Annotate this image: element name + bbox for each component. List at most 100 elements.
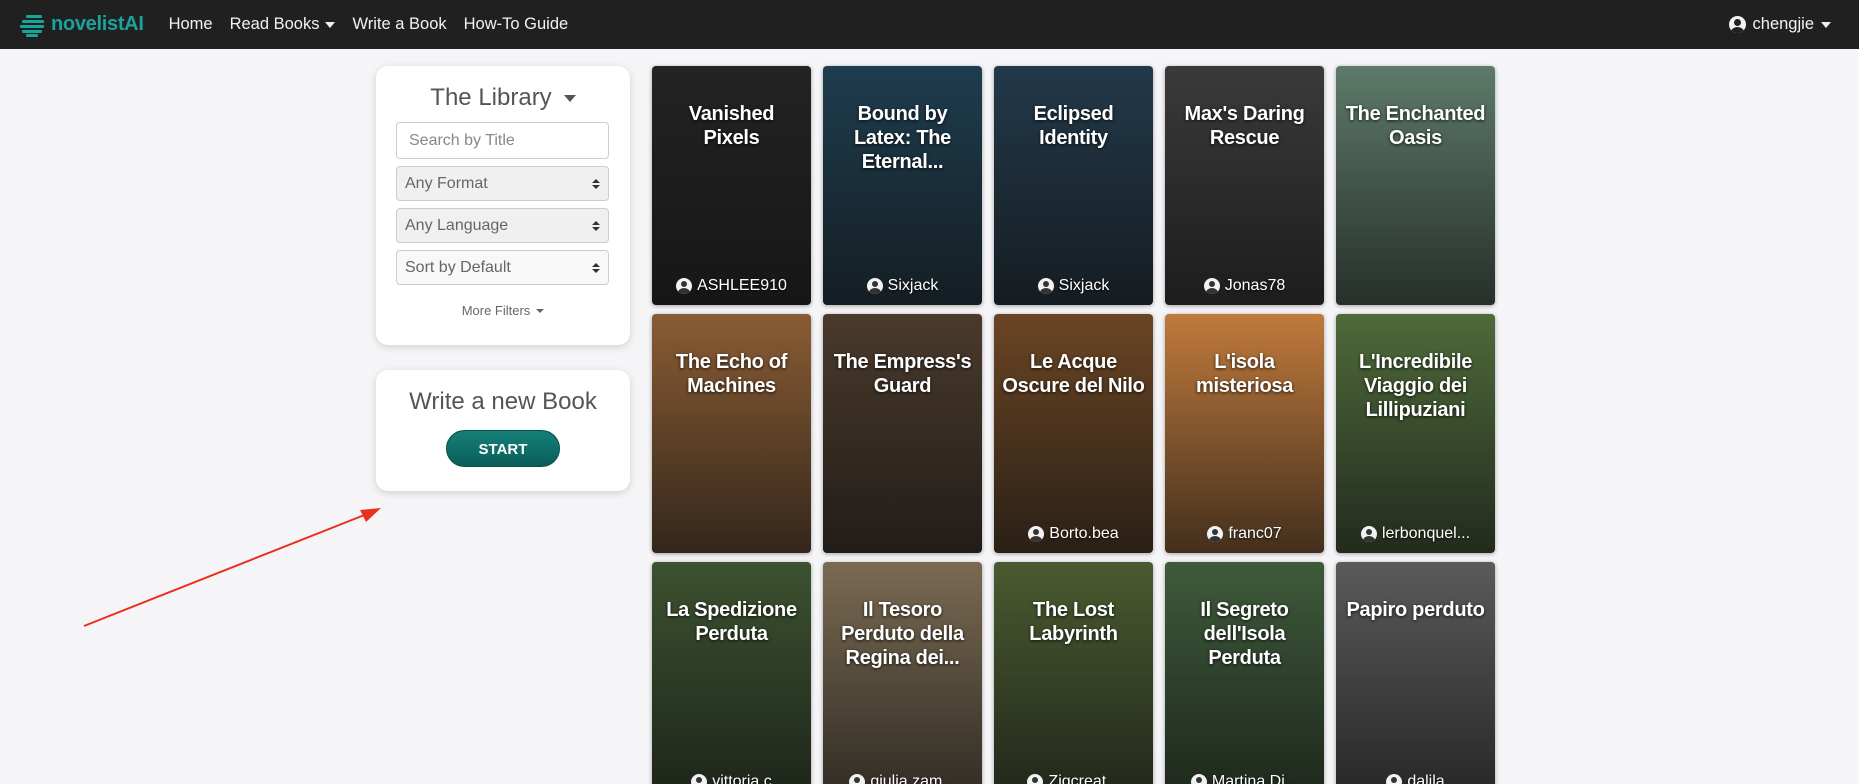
book-title: Papiro perduto (1346, 599, 1485, 621)
select-arrows-icon (592, 262, 600, 273)
book-title: Vanished Pixels (688, 103, 775, 149)
write-book-panel: Write a new Book START (376, 370, 630, 491)
brand-name: novelistAI (51, 13, 144, 35)
book-author-name: ASHLEE910 (697, 277, 787, 294)
language-select[interactable]: Any Language (396, 208, 609, 243)
book-title: Le Acque Oscure del Nilo (1002, 351, 1145, 397)
user-icon (849, 774, 866, 784)
book-author: Borto.bea (994, 525, 1153, 543)
book-card[interactable]: The Empress's Guard (823, 314, 982, 553)
more-filters-toggle[interactable]: More Filters (396, 303, 610, 318)
nav-home-label: Home (168, 15, 213, 33)
nav-write-book-label: Write a Book (352, 15, 447, 33)
book-card[interactable]: Eclipsed Identity Sixjack (994, 66, 1153, 305)
user-icon (1190, 774, 1207, 784)
book-author-name: Borto.bea (1049, 525, 1119, 542)
write-book-title: Write a new Book (409, 388, 597, 415)
book-author: giulia.zam... (823, 773, 982, 784)
book-author: franc07 (1165, 525, 1324, 543)
user-icon (1028, 526, 1045, 542)
user-menu-dropdown[interactable]: chengjie (1728, 0, 1831, 49)
chevron-down-icon (563, 94, 576, 102)
book-title: The Echo of Machines (675, 351, 788, 397)
book-author-name: Ziqcreat... (1048, 773, 1120, 784)
book-title: The Lost Labyrinth (1029, 599, 1118, 645)
user-icon (676, 278, 693, 294)
book-author: dalila (1336, 773, 1495, 784)
book-author: Sixjack (994, 277, 1153, 295)
books-grid: Vanished Pixels ASHLEE910 Bound by Latex: … (652, 66, 1495, 784)
book-card[interactable]: Papiro perduto dalila (1336, 562, 1495, 784)
search-title-input[interactable] (396, 122, 609, 159)
book-card[interactable]: Bound by Latex: The Eternal... Sixjack (823, 66, 982, 305)
book-card[interactable]: Max's Daring Rescue Jonas78 (1165, 66, 1324, 305)
book-author-name: Jonas78 (1224, 277, 1286, 294)
chevron-down-icon (325, 21, 336, 28)
start-button[interactable]: START (446, 430, 560, 467)
book-card[interactable]: Il Tesoro Perduto della Regina dei... giu… (823, 562, 982, 784)
book-title: L'isola misteriosa (1195, 351, 1294, 397)
user-icon (1203, 278, 1220, 294)
book-card[interactable]: L'isola misteriosa franc07 (1165, 314, 1324, 553)
book-author-name: Martina.Di... (1211, 773, 1299, 784)
nav-write-book-link[interactable]: Write a Book (352, 15, 446, 34)
book-author: Ziqcreat... (994, 773, 1153, 784)
book-card[interactable]: L'Incredibile Viaggio dei Lillipuziani le… (1336, 314, 1495, 553)
library-title: The Library (430, 84, 552, 111)
book-author-name: dalila (1407, 773, 1445, 784)
book-title: L'Incredibile Viaggio dei Lillipuziani (1358, 351, 1473, 421)
book-card[interactable]: The Enchanted Oasis (1336, 66, 1495, 305)
sort-select[interactable]: Sort by Default (396, 250, 609, 285)
chevron-down-icon (1821, 21, 1831, 28)
book-card[interactable]: Le Acque Oscure del Nilo Borto.bea (994, 314, 1153, 553)
user-icon (1386, 774, 1403, 784)
chevron-down-icon (536, 308, 545, 313)
book-author: vittoria.c (652, 773, 811, 784)
book-title: La Spedizione Perduta (666, 599, 797, 645)
language-select-value: Any Language (405, 216, 509, 234)
user-name: chengjie (1752, 15, 1814, 33)
select-arrows-icon (592, 220, 600, 231)
format-select[interactable]: Any Format (396, 166, 609, 201)
book-author-name: lerbonquel... (1381, 525, 1471, 542)
book-card[interactable]: Vanished Pixels ASHLEE910 (652, 66, 811, 305)
book-title: Il Tesoro Perduto della Regina dei... (841, 599, 964, 669)
user-icon (1360, 526, 1377, 542)
select-arrows-icon (592, 178, 600, 189)
book-author-name: giulia.zam... (870, 773, 956, 784)
nav-home-link[interactable]: Home (169, 15, 213, 34)
book-card[interactable]: The Echo of Machines (652, 314, 811, 553)
user-icon (1207, 526, 1224, 542)
user-icon (866, 278, 883, 294)
library-title-dropdown[interactable]: The Library (396, 84, 610, 112)
nav-read-books-label: Read Books (229, 15, 320, 33)
book-author-name: Sixjack (1058, 277, 1110, 294)
book-author-name: Sixjack (887, 277, 939, 294)
brand-logo-link[interactable]: novelistAI (18, 13, 144, 37)
book-card[interactable]: La Spedizione Perduta vittoria.c (652, 562, 811, 784)
book-card[interactable]: The Lost Labyrinth Ziqcreat... (994, 562, 1153, 784)
nav-how-to-guide-link[interactable]: How-To Guide (464, 15, 569, 34)
user-icon (1027, 774, 1044, 784)
book-title: The Empress's Guard (833, 351, 972, 397)
book-author: Martina.Di... (1165, 773, 1324, 784)
user-icon (691, 774, 708, 784)
user-avatar-icon (1728, 16, 1746, 33)
nav-read-books-dropdown[interactable]: Read Books (230, 15, 336, 34)
top-navbar: novelistAI Home Read Books Write a Book … (0, 0, 1859, 49)
library-filter-panel: The Library Any Format Any Language Sort… (376, 66, 630, 345)
book-title: Bound by Latex: The Eternal... (853, 103, 952, 173)
book-author-name: franc07 (1228, 525, 1282, 542)
book-title: Max's Daring Rescue (1184, 103, 1305, 149)
book-card[interactable]: Il Segreto dell'Isola Perduta Martina.Di.… (1165, 562, 1324, 784)
user-icon (1037, 278, 1054, 294)
format-select-value: Any Format (405, 174, 488, 192)
book-author-name: vittoria.c (712, 773, 772, 784)
book-title: The Enchanted Oasis (1345, 103, 1486, 149)
book-title: Il Segreto dell'Isola Perduta (1200, 599, 1289, 669)
nav-how-to-guide-label: How-To Guide (463, 15, 569, 33)
book-author: ASHLEE910 (652, 277, 811, 295)
book-title: Eclipsed Identity (1033, 103, 1114, 149)
book-author: Jonas78 (1165, 277, 1324, 295)
sort-select-value: Sort by Default (405, 258, 511, 276)
